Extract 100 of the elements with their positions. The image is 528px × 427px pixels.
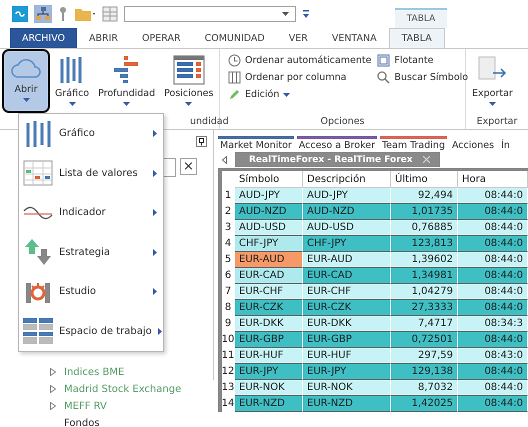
key-icon[interactable] [58,6,68,22]
table-cell: 1,01735 [391,204,458,220]
ribbon-tab[interactable]: COMUNIDAD [192,28,277,48]
table-cell: EUR-CAD [235,268,303,284]
menu-item[interactable]: Estrategia [19,232,163,272]
caret-icon [488,102,496,106]
table-cell: EUR-NZD [303,396,391,412]
table-cell: 08:44:0 [458,220,528,236]
float-button[interactable]: Flotante [377,54,468,67]
scroll-left-icon[interactable] [222,156,227,164]
table-cell: 08:44:0 [458,364,528,380]
table-cell: 08:43:0 [458,348,528,364]
table-cell: 08:44:0 [458,300,528,316]
table-cell: 1,04279 [391,284,458,300]
ribbon-button[interactable]: Abrir [4,51,48,111]
caret-icon [22,98,30,102]
menu-item[interactable]: Espacio de trabajo [19,312,163,351]
expand-icon[interactable] [50,402,56,410]
table-cell: 08:44:0 [458,268,528,284]
sort-auto-button[interactable]: Ordenar automáticamente [228,54,372,67]
pane-tab[interactable]: Ín [499,136,512,152]
table-cell: 08:44:0 [458,380,528,396]
ribbon-tab[interactable]: ABRIR [77,28,130,48]
sort-column-button[interactable]: Ordenar por columna [228,71,372,84]
pencil-icon [228,88,241,101]
ribbon-button[interactable]: Profundidad [96,51,158,111]
caret-icon [282,12,289,16]
table-cell: AUD-NZD [303,204,391,220]
window-icon [377,54,390,67]
ribbon-tab[interactable]: ARCHIVO [10,28,78,48]
table-cell: 08:44:0 [458,204,528,220]
table-cell: EUR-HUF [303,348,391,364]
edit-button[interactable]: Edición [228,88,372,101]
search-symbol-button[interactable]: Buscar Símbolo [377,71,468,84]
submenu-arrow-icon [153,209,157,216]
table-cell: EUR-DKK [235,316,303,332]
column-header[interactable]: Símbolo [235,171,303,188]
table-cell: 92,494 [391,188,458,204]
table-cell: 7,4717 [391,316,458,332]
table-cell: 08:44:0 [458,252,528,268]
grid-icon[interactable] [102,6,118,22]
ribbon-tab[interactable]: VENTANA [320,28,389,48]
column-header[interactable]: Hora [458,171,528,188]
table-icon [172,55,205,85]
table-cell: 1,39602 [391,252,458,268]
table-cell: 129,138 [391,364,458,380]
grid-icon [23,158,53,188]
table-cell: 1,42025 [391,396,458,412]
table-cell: AUD-USD [303,220,391,236]
column-header[interactable]: Descripción [303,171,391,188]
app-logo-icon[interactable] [12,6,28,22]
pane-tab[interactable]: Acciones [450,136,496,152]
symbol-combo[interactable] [124,6,296,22]
pin-icon[interactable] [196,136,207,146]
menu-item[interactable]: Estudio [19,272,163,312]
group-label: Opciones [320,116,364,127]
context-tab-header: TABLA [395,8,447,28]
ribbon-tab[interactable]: OPERAR [130,28,193,48]
submenu-arrow-icon [153,170,157,177]
column-header[interactable]: Último [391,171,458,188]
table-cell: EUR-CZK [235,300,303,316]
caret-icon [185,102,192,106]
menu-item[interactable]: Indicador [19,193,163,232]
ribbon-tab[interactable]: TABLA [388,28,445,48]
clear-button[interactable]: × [180,158,197,175]
expand-icon[interactable] [50,368,56,376]
table-cell: EUR-JPY [235,364,303,380]
export-button[interactable]: Exportar [470,51,515,111]
expand-icon[interactable] [50,385,56,393]
table-cell: 0,76885 [391,220,458,236]
ribbon-tab[interactable]: VER [276,28,320,48]
table-cell: 08:44:0 [458,396,528,412]
network-icon[interactable] [34,5,52,23]
table-cell: EUR-CHF [235,284,303,300]
table-cell: EUR-CHF [303,284,391,300]
table-cell: EUR-DKK [303,316,391,332]
ribbon-button[interactable]: Gráfico [53,51,92,111]
table-cell: 08:44:0 [458,236,528,252]
folder-icon[interactable] [74,6,96,22]
table-cell: AUD-NZD [235,204,303,220]
caret-icon [68,102,76,106]
submenu-arrow-icon [153,130,157,138]
table-cell: EUR-JPY [303,364,391,380]
table-cell: 08:44:0 [458,284,528,300]
table-cell: 1,34981 [391,268,458,284]
table-cell: EUR-CAD [303,268,391,284]
group-label: Exportar [476,116,518,127]
tree-item[interactable]: Fondos [64,418,100,427]
layout-icon [23,316,53,346]
table-cell: 8,7032 [391,380,458,396]
clock-icon [228,54,241,67]
close-icon[interactable] [422,156,430,163]
customize-icon[interactable] [302,9,310,19]
table-cell: AUD-USD [235,220,303,236]
menu-item[interactable]: Gráfico [19,114,163,154]
group-label: undidad [190,116,229,127]
table-cell: EUR-NOK [303,380,391,396]
table-cell: 0,72501 [391,332,458,348]
menu-item[interactable]: Lista de valores [19,154,163,193]
ribbon-button[interactable]: Posiciones [162,51,216,111]
